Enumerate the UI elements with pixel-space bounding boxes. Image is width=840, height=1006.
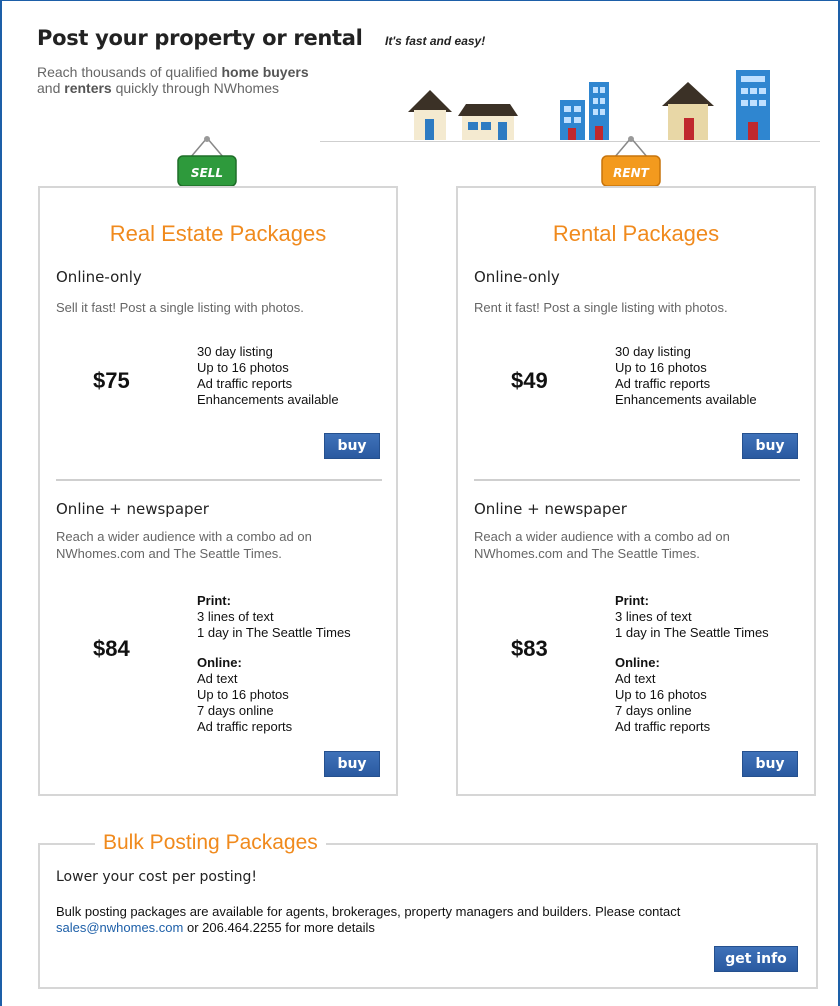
intro-mid: and <box>37 80 65 96</box>
section-divider <box>474 479 800 481</box>
feature-item: 3 lines of text <box>197 609 274 624</box>
re-combo-title: Online + newspaper <box>56 500 209 518</box>
bungalow-icon <box>458 104 518 140</box>
print-heading: Print: <box>197 593 231 608</box>
rental-title: Rental Packages <box>552 221 720 246</box>
rent-online-title: Online-only <box>474 268 560 286</box>
real-estate-title: Real Estate Packages <box>109 221 327 246</box>
intro-renters: renters <box>64 80 112 96</box>
feature-item: Up to 16 photos <box>615 687 707 702</box>
page-title: Post your property or rental <box>37 26 363 50</box>
re-combo-price: $84 <box>93 636 130 661</box>
bulk-text: Bulk posting packages are available for … <box>56 904 681 919</box>
feature-item: 30 day listing <box>615 344 691 359</box>
rent-combo-title: Online + newspaper <box>474 500 627 518</box>
rent-online-price: $49 <box>511 368 548 393</box>
feature-item: 1 day in The Seattle Times <box>615 625 769 640</box>
intro-text: Reach thousands of qualified home buyers… <box>37 64 377 96</box>
feature-item: Ad traffic reports <box>615 376 711 391</box>
rent-combo-features: Print: 3 lines of text 1 day in The Seat… <box>615 593 769 735</box>
feature-item: 7 days online <box>615 703 692 718</box>
apartment-buildings-icon <box>560 82 609 140</box>
re-online-buy-button[interactable]: buy <box>324 433 380 459</box>
feature-item: Ad traffic reports <box>615 719 711 734</box>
rent-online-features: 30 day listing Up to 16 photos Ad traffi… <box>615 344 757 408</box>
intro-post: quickly through NWhomes <box>111 80 280 96</box>
bulk-subtitle: Lower your cost per posting! <box>56 869 258 885</box>
online-heading: Online: <box>197 655 242 670</box>
feature-item: 3 lines of text <box>615 609 692 624</box>
rent-sign-label: RENT <box>613 166 649 180</box>
re-combo-desc: Reach a wider audience with a combo ad o… <box>56 529 312 561</box>
rent-combo-desc: Reach a wider audience with a combo ad o… <box>474 529 730 561</box>
intro-home-buyers: home buyers <box>221 64 309 80</box>
re-online-features: 30 day listing Up to 16 photos Ad traffi… <box>197 344 339 408</box>
feature-item: 7 days online <box>197 703 274 718</box>
small-house-icon <box>408 90 452 140</box>
re-combo-buy-button[interactable]: buy <box>324 751 380 777</box>
bulk-title: Bulk Posting Packages <box>95 831 326 855</box>
tan-house-icon <box>662 82 714 140</box>
rent-online-desc: Rent it fast! Post a single listing with… <box>474 300 728 315</box>
tagline: It's fast and easy! <box>385 34 486 48</box>
section-divider <box>56 479 382 481</box>
feature-item: Up to 16 photos <box>615 360 707 375</box>
rental-panel: Rental Packages Online-only Rent it fast… <box>456 186 816 796</box>
feature-item: 1 day in The Seattle Times <box>197 625 351 640</box>
houses-illustration <box>408 70 770 140</box>
re-online-desc: Sell it fast! Post a single listing with… <box>56 300 304 315</box>
print-heading: Print: <box>615 593 649 608</box>
feature-item: Ad traffic reports <box>197 376 293 391</box>
rent-combo-buy-button[interactable]: buy <box>742 751 798 777</box>
bulk-description: Bulk posting packages are available for … <box>56 904 796 936</box>
feature-item: 30 day listing <box>197 344 273 359</box>
online-heading: Online: <box>615 655 660 670</box>
sell-sign-label: SELL <box>191 166 223 180</box>
feature-item: Enhancements available <box>197 392 339 407</box>
sales-email-link[interactable]: sales@nwhomes.com <box>56 920 183 935</box>
tall-building-icon <box>736 70 770 140</box>
feature-item: Ad text <box>615 671 656 686</box>
feature-item: Enhancements available <box>615 392 757 407</box>
rent-online-buy-button[interactable]: buy <box>742 433 798 459</box>
get-info-button[interactable]: get info <box>714 946 798 972</box>
re-online-title: Online-only <box>56 268 142 286</box>
intro-pre: Reach thousands of qualified <box>37 64 222 80</box>
bulk-text-after: or 206.464.2255 for more details <box>183 920 375 935</box>
feature-item: Up to 16 photos <box>197 360 289 375</box>
skyline-divider <box>320 141 820 142</box>
feature-item: Ad text <box>197 671 238 686</box>
real-estate-panel: Real Estate Packages Online-only Sell it… <box>38 186 398 796</box>
rent-combo-price: $83 <box>511 636 548 661</box>
feature-item: Ad traffic reports <box>197 719 293 734</box>
feature-item: Up to 16 photos <box>197 687 289 702</box>
bulk-posting-box: Bulk Posting Packages Lower your cost pe… <box>38 831 818 989</box>
re-combo-features: Print: 3 lines of text 1 day in The Seat… <box>197 593 351 735</box>
re-online-price: $75 <box>93 368 130 393</box>
